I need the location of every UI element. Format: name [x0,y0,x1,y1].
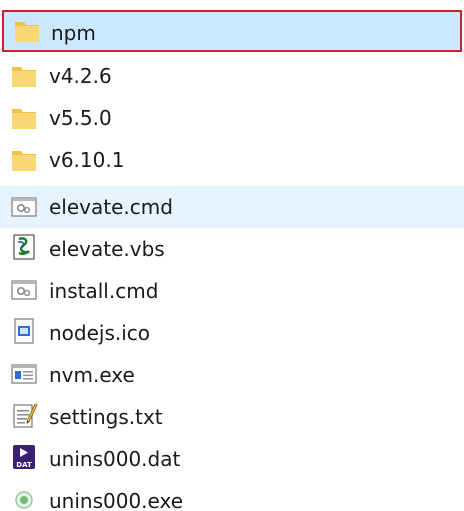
ico-image-icon [10,317,38,345]
file-row-v6-10-1[interactable]: v6.10.1 [0,140,464,180]
cmd-script-icon [10,276,38,304]
file-row-nodejs-ico[interactable]: nodejs.ico [0,312,464,352]
file-list: npm v4.2.6 v5.5.0 v6.10.1 elevate.cmd el… [0,0,464,511]
file-name: nvm.exe [49,363,135,387]
file-row-elevate-cmd[interactable]: elevate.cmd [0,186,464,228]
vbs-script-icon [10,233,38,261]
folder-icon [10,146,38,174]
file-name: nodejs.ico [49,321,151,345]
folder-icon [13,17,41,45]
cmd-script-icon [10,193,38,221]
file-name: settings.txt [49,405,163,429]
file-row-elevate-vbs[interactable]: elevate.vbs [0,228,464,268]
file-row-v4-2-6[interactable]: v4.2.6 [0,56,464,96]
file-name: elevate.cmd [49,195,173,219]
file-name: unins000.dat [49,447,181,471]
file-row-install-cmd[interactable]: install.cmd [0,270,464,310]
file-name: npm [51,21,96,45]
text-document-icon [10,401,38,429]
file-name: v5.5.0 [49,106,112,130]
dat-file-icon: DAT [10,443,38,471]
file-name: v4.2.6 [49,64,112,88]
file-row-nvm-exe[interactable]: nvm.exe [0,354,464,394]
file-row-npm[interactable]: npm [2,10,462,52]
file-name: unins000.exe [49,489,184,511]
svg-text:DAT: DAT [16,461,32,469]
file-row-v5-5-0[interactable]: v5.5.0 [0,98,464,138]
file-row-settings-txt[interactable]: settings.txt [0,396,464,436]
exe-application-icon [10,360,38,388]
installer-exe-icon [10,486,38,511]
folder-icon [10,104,38,132]
file-row-unins000-exe[interactable]: unins000.exe [0,480,464,511]
folder-icon [10,62,38,90]
file-name: install.cmd [49,279,159,303]
file-name: elevate.vbs [49,237,165,261]
file-row-unins000-dat[interactable]: DAT unins000.dat [0,438,464,478]
file-name: v6.10.1 [49,148,125,172]
